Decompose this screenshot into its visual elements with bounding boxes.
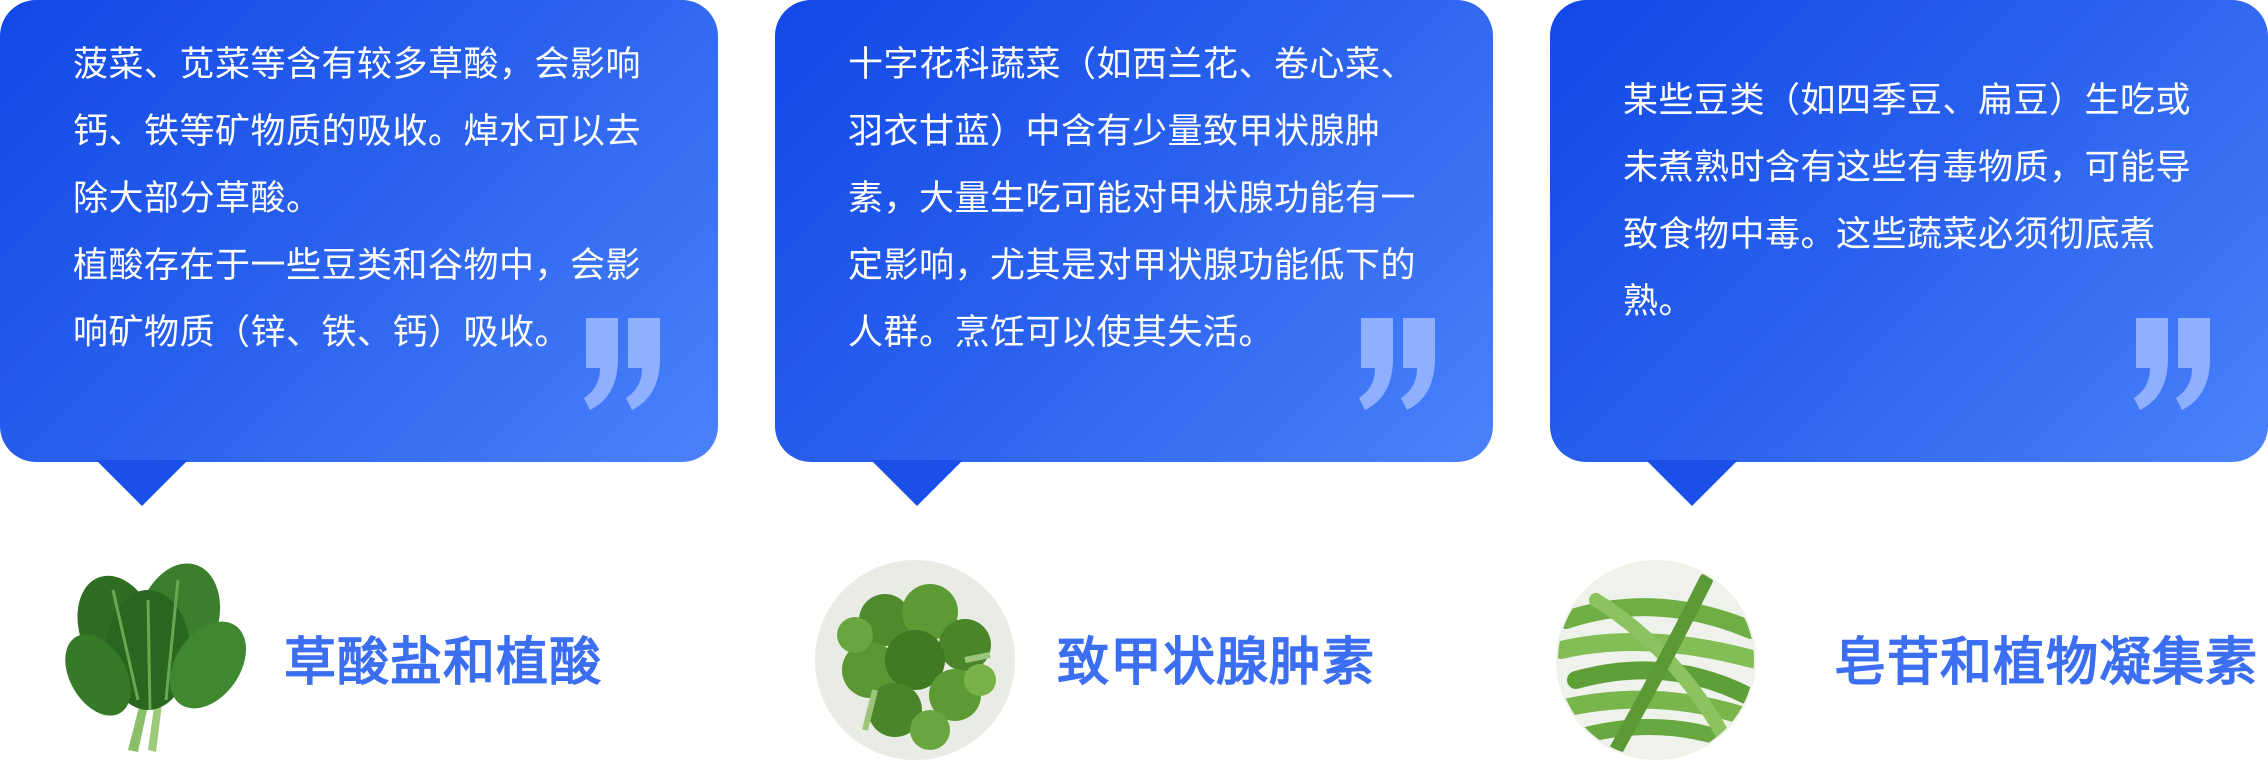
footer-saponin: 皂苷和植物凝集素 [1556,560,2268,760]
card-oxalate: 菠菜、苋菜等含有较多草酸，会影响钙、铁等矿物质的吸收。焯水可以去除大部分草酸。 … [0,0,718,506]
card-text: 菠菜、苋菜等含有较多草酸，会影响钙、铁等矿物质的吸收。焯水可以去除大部分草酸。 … [73,32,658,367]
card-goitrogen: 十字花科蔬菜（如西兰花、卷心菜、羽衣甘蓝）中含有少量致甲状腺肿素，大量生吃可能对… [775,0,1493,506]
card-paragraph: 植酸存在于一些豆类和谷物中，会影响矿物质（锌、铁、钙）吸收。 [73,246,642,353]
card-paragraph: 菠菜、苋菜等含有较多草酸，会影响钙、铁等矿物质的吸收。焯水可以去除大部分草酸。 [73,45,642,219]
card-text: 十字花科蔬菜（如西兰花、卷心菜、羽衣甘蓝）中含有少量致甲状腺肿素，大量生吃可能对… [848,32,1433,367]
card-paragraph: 某些豆类（如四季豆、扁豆）生吃或未煮熟时含有这些有毒物质，可能导致食物中毒。这些… [1623,81,2192,322]
green-beans-image [1556,560,1756,760]
card-paragraph: 十字花科蔬菜（如西兰花、卷心菜、羽衣甘蓝）中含有少量致甲状腺肿素，大量生吃可能对… [848,45,1417,353]
quote-icon [582,318,664,410]
card-text: 某些豆类（如四季豆、扁豆）生吃或未煮熟时含有这些有毒物质，可能导致食物中毒。这些… [1623,68,2208,336]
broccoli-image [815,560,1015,760]
quote-icon [2132,318,2214,410]
speech-tail [871,460,963,506]
page: 菠菜、苋菜等含有较多草酸，会影响钙、铁等矿物质的吸收。焯水可以去除大部分草酸。 … [0,0,2268,764]
footer-goitrogen: 致甲状腺肿素 [815,560,1575,760]
spinach-image [58,560,258,760]
card-title: 草酸盐和植酸 [284,633,603,693]
quote-icon [1357,318,1439,410]
card-title: 皂苷和植物凝集素 [1834,633,2259,693]
card-saponin: 某些豆类（如四季豆、扁豆）生吃或未煮熟时含有这些有毒物质，可能导致食物中毒。这些… [1550,0,2268,506]
speech-tail [96,460,188,506]
footer-oxalate: 草酸盐和植酸 [58,560,818,760]
speech-tail [1646,460,1738,506]
card-title: 致甲状腺肿素 [1057,633,1376,693]
